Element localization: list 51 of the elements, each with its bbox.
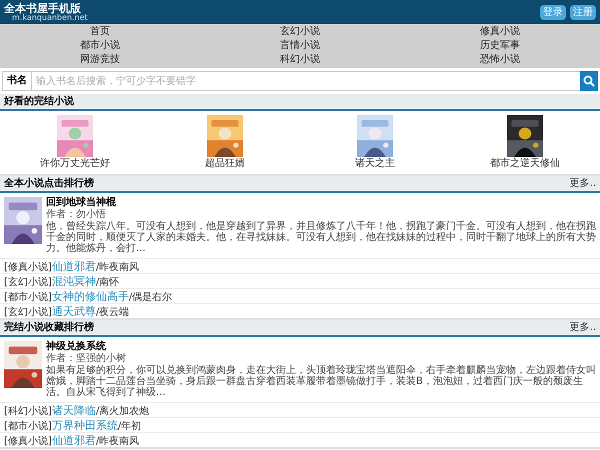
book-link[interactable]: 万界种田系统 bbox=[52, 418, 118, 434]
nav-link[interactable]: 言情小说 bbox=[200, 39, 400, 53]
book-link[interactable]: 仙道邪君 bbox=[52, 433, 96, 450]
author-name: /夜云端 bbox=[96, 306, 130, 320]
author-name: /离火加农炮 bbox=[96, 404, 150, 419]
author-name: /偶是右尔 bbox=[128, 291, 172, 305]
category-label: [修真小说] bbox=[4, 260, 52, 275]
author-text: 作者：坚强的小树 bbox=[46, 353, 127, 365]
nav-link[interactable]: 恐怖小说 bbox=[400, 53, 600, 67]
more-link[interactable]: 更多.. bbox=[570, 176, 596, 191]
author-text: 作者：勿小悟 bbox=[46, 209, 107, 220]
category-label: [玄幻小说] bbox=[4, 306, 52, 320]
book-title-link[interactable]: 许你万丈光芒好 bbox=[40, 158, 110, 170]
nav-link[interactable]: 修真小说 bbox=[400, 25, 600, 39]
featured-book-title[interactable]: 神级兑换系统 bbox=[46, 341, 596, 353]
book-title-link[interactable]: 诸天之主 bbox=[355, 158, 395, 170]
section-title: 完结小说收藏排行榜 bbox=[4, 320, 94, 335]
book-link[interactable]: 诸天降临 bbox=[52, 403, 96, 420]
book-title-link[interactable]: 都市之逆天修仙 bbox=[490, 158, 560, 170]
more-link[interactable]: 更多.. bbox=[570, 320, 596, 335]
author-name: /年初 bbox=[118, 420, 142, 434]
book-description: 如果有足够的积分，你可以兑换到鸿蒙肉身，走在大街上，头顶着玲珑宝塔当遮阳伞，右手牵着麒麟当宠物，左边跟着侍女叫嫦娥，脚踏十二品莲台当坐骑，身后跟一群盘古穿着西装革履带着墨镜做打手，装装B，泡泡妞，过着西门庆一般的颓废生活。自从宋飞得到了神级... bbox=[46, 365, 596, 398]
book-link[interactable]: 通天武尊 bbox=[52, 304, 96, 320]
category-label: [修真小说] bbox=[4, 434, 52, 449]
category-label: [都市小说] bbox=[4, 420, 52, 434]
search-button[interactable] bbox=[580, 71, 598, 91]
author-name: /昨夜南风 bbox=[96, 434, 140, 449]
section-title: 全本小说点击排行榜 bbox=[4, 176, 94, 191]
nav-link[interactable]: 科幻小说 bbox=[200, 53, 400, 67]
nav-link[interactable]: 都市小说 bbox=[0, 39, 200, 53]
book-link[interactable]: 女神的修仙高手 bbox=[52, 289, 129, 306]
author-name: /昨夜南风 bbox=[96, 260, 140, 275]
nav-link[interactable]: 网游竞技 bbox=[0, 53, 200, 67]
category-label: [科幻小说] bbox=[4, 404, 52, 419]
book-title-link[interactable]: 超品狂婿 bbox=[205, 158, 245, 170]
site-title: 全本书屋手机版 bbox=[4, 2, 81, 14]
category-label: [玄幻小说] bbox=[4, 276, 52, 290]
book-link[interactable]: 混沌冥神 bbox=[52, 274, 96, 290]
category-label: [都市小说] bbox=[4, 290, 52, 305]
featured-book-title[interactable]: 回到地球当神棍 bbox=[46, 197, 596, 209]
nav-link[interactable]: 玄幻小说 bbox=[200, 25, 400, 39]
section-title: 好看的完结小说 bbox=[4, 94, 74, 109]
author-name: /南怀 bbox=[96, 276, 120, 290]
book-description: 他，曾经失踪八年。可没有人想到，他是穿越到了异界，并且修炼了八千年！他，拐跑了豪门千金。可没有人想到，他在拐跑千金的同时，顺便灭了人家的未婚夫。他，在寻找妹妹。可没有人想到，他在找妹妹的过程中，同时干翻了地球上的所有大势力。他能炼丹，会打... bbox=[46, 221, 596, 254]
search-icon bbox=[583, 75, 595, 87]
nav-link[interactable]: 历史军事 bbox=[400, 39, 600, 53]
book-link[interactable]: 仙道邪君 bbox=[52, 259, 96, 276]
search-field[interactable]: 输入书名后搜索，宁可少字不要错字 bbox=[32, 71, 580, 91]
nav-link[interactable]: 首页 bbox=[0, 25, 200, 39]
site-domain: m.kanquanben.net bbox=[12, 14, 88, 22]
search-label: 书名 bbox=[2, 71, 32, 91]
